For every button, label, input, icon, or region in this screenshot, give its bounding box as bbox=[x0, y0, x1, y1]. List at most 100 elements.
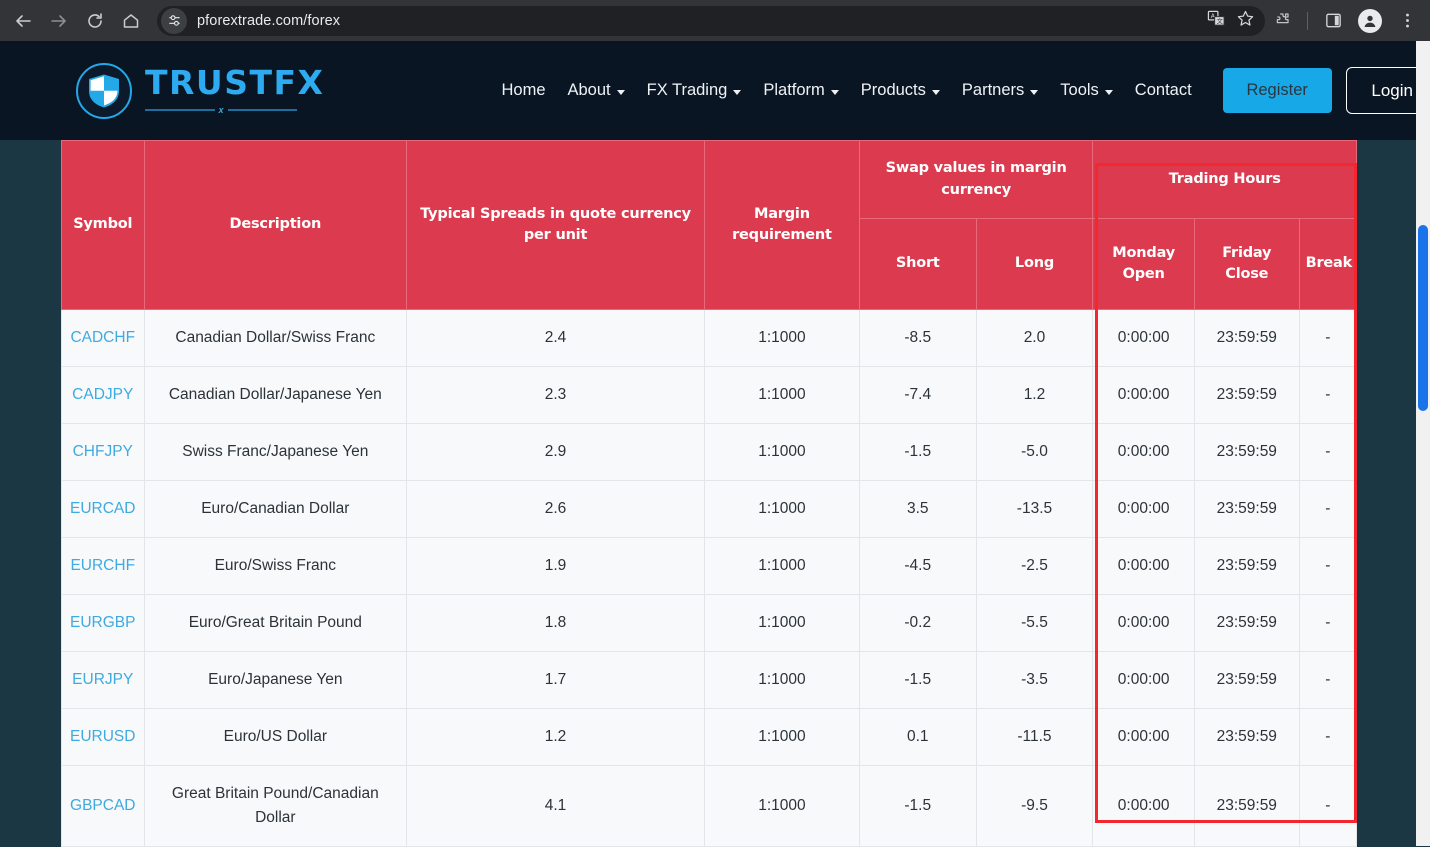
page-scrollbar[interactable] bbox=[1416, 41, 1430, 846]
brand-logo[interactable]: TRUSTFX x bbox=[76, 62, 325, 119]
table-cell-monday-open: 0:00:00 bbox=[1092, 423, 1195, 482]
nav-item-tools[interactable]: Tools bbox=[1049, 75, 1124, 106]
table-cell-swap-short: 0.1 bbox=[858, 708, 977, 767]
table-cell-symbol[interactable]: EURCHF bbox=[61, 537, 145, 596]
browser-action-icons bbox=[1265, 4, 1430, 38]
table-cell-friday-close: 23:59:59 bbox=[1193, 651, 1300, 710]
table-cell-swap-short: -4.5 bbox=[858, 537, 977, 596]
nav-item-products[interactable]: Products bbox=[850, 75, 951, 106]
table-cell-swap-long: -9.5 bbox=[975, 765, 1094, 847]
col-header-symbol[interactable]: Symbol bbox=[61, 140, 145, 310]
table-cell-monday-open: 0:00:00 bbox=[1092, 308, 1195, 368]
table-cell-swap-short: -7.4 bbox=[858, 366, 977, 425]
table-cell-friday-close: 23:59:59 bbox=[1193, 594, 1300, 653]
nav-label: Home bbox=[501, 81, 546, 99]
col-header-margin[interactable]: Margin requirement bbox=[703, 140, 860, 310]
table-cell-friday-close: 23:59:59 bbox=[1193, 708, 1300, 767]
table-cell-monday-open: 0:00:00 bbox=[1092, 765, 1195, 847]
table-cell-margin: 1:1000 bbox=[703, 651, 860, 710]
home-icon[interactable] bbox=[114, 4, 148, 38]
table-cell-description: Great Britain Pound/Canadian Dollar bbox=[143, 765, 408, 847]
col-header-swap-short[interactable]: Short bbox=[858, 218, 977, 310]
col-header-break[interactable]: Break bbox=[1298, 218, 1358, 310]
nav-item-partners[interactable]: Partners bbox=[951, 75, 1049, 106]
site-settings-sliders-icon[interactable] bbox=[161, 7, 187, 34]
table-cell-swap-short: 3.5 bbox=[858, 480, 977, 539]
table-cell-spread: 2.4 bbox=[406, 308, 705, 368]
table-cell-margin: 1:1000 bbox=[703, 708, 860, 767]
col-header-spreads[interactable]: Typical Spreads in quote currency per un… bbox=[406, 140, 705, 310]
toolbar-divider bbox=[1307, 11, 1308, 30]
table-cell-symbol[interactable]: CADJPY bbox=[61, 366, 145, 425]
table-cell-swap-short: -1.5 bbox=[858, 423, 977, 482]
table-cell-spread: 1.9 bbox=[406, 537, 705, 596]
nav-item-contact[interactable]: Contact bbox=[1124, 75, 1203, 106]
table-cell-spread: 1.7 bbox=[406, 651, 705, 710]
table-header-row-group: Symbol Description Typical Spreads in qu… bbox=[61, 140, 1357, 310]
table-cell-friday-close: 23:59:59 bbox=[1193, 537, 1300, 596]
nav-label: FX Trading bbox=[646, 81, 728, 99]
back-arrow-icon[interactable] bbox=[6, 4, 40, 38]
table-cell-margin: 1:1000 bbox=[703, 480, 860, 539]
shield-logo-icon bbox=[76, 62, 132, 119]
col-header-friday-close[interactable]: Friday Close bbox=[1193, 218, 1300, 310]
three-dot-menu-icon[interactable] bbox=[1390, 4, 1424, 38]
table-cell-swap-long: -2.5 bbox=[975, 537, 1094, 596]
forward-arrow-icon[interactable] bbox=[42, 4, 76, 38]
table-cell-symbol[interactable]: CHFJPY bbox=[61, 423, 145, 482]
table-row: CADJPY Canadian Dollar/Japanese Yen 2.3 1:1… bbox=[61, 366, 1358, 425]
table-cell-spread: 1.8 bbox=[406, 594, 705, 653]
table-cell-description: Euro/Swiss Franc bbox=[143, 537, 408, 596]
nav-item-fx-trading[interactable]: FX Trading bbox=[636, 75, 753, 106]
table-cell-description: Euro/Canadian Dollar bbox=[143, 480, 408, 539]
table-cell-break: - bbox=[1298, 537, 1358, 596]
table-cell-symbol[interactable]: CADCHF bbox=[61, 308, 145, 368]
col-header-description[interactable]: Description bbox=[143, 140, 408, 310]
chevron-down-icon bbox=[616, 90, 625, 95]
table-cell-break: - bbox=[1298, 765, 1358, 847]
table-cell-description: Canadian Dollar/Japanese Yen bbox=[143, 366, 408, 425]
table-cell-symbol[interactable]: EURUSD bbox=[61, 708, 145, 767]
table-cell-symbol[interactable]: EURJPY bbox=[61, 651, 145, 710]
table-cell-swap-long: -5.5 bbox=[975, 594, 1094, 653]
table-cell-swap-short: -0.2 bbox=[858, 594, 977, 653]
chevron-down-icon bbox=[1030, 90, 1039, 95]
chevron-down-icon bbox=[1104, 90, 1113, 95]
brand-wordmark: TRUSTFX bbox=[145, 63, 325, 102]
table-body: CADCHF Canadian Dollar/Swiss Franc 2.4 1:10… bbox=[61, 308, 1358, 847]
table-cell-spread: 2.3 bbox=[406, 366, 705, 425]
table-cell-margin: 1:1000 bbox=[703, 308, 860, 368]
table-cell-symbol[interactable]: GBPCAD bbox=[61, 765, 145, 847]
profile-avatar-icon[interactable] bbox=[1353, 4, 1387, 38]
reload-icon[interactable] bbox=[78, 4, 112, 38]
table-cell-friday-close: 23:59:59 bbox=[1193, 765, 1300, 847]
nav-item-home[interactable]: Home bbox=[490, 75, 556, 106]
table-cell-spread: 4.1 bbox=[406, 765, 705, 847]
address-bar[interactable]: pforextrade.com/forex A 文 bbox=[157, 5, 1265, 36]
table-row: CHFJPY Swiss Franc/Japanese Yen 2.9 1:1000-… bbox=[61, 423, 1358, 482]
register-button[interactable]: Register bbox=[1222, 68, 1332, 113]
nav-item-about[interactable]: About bbox=[557, 75, 636, 106]
table-cell-monday-open: 0:00:00 bbox=[1092, 537, 1195, 596]
table-cell-margin: 1:1000 bbox=[703, 594, 860, 653]
table-row: EURCHF Euro/Swiss Franc 1.9 1:1000 -4.5 -2.5 0… bbox=[61, 537, 1358, 596]
nav-item-platform[interactable]: Platform bbox=[752, 75, 849, 106]
table-cell-symbol[interactable]: EURGBP bbox=[61, 594, 145, 653]
table-cell-symbol[interactable]: EURCAD bbox=[61, 480, 145, 539]
star-bookmark-icon[interactable] bbox=[1236, 9, 1255, 33]
svg-text:文: 文 bbox=[1217, 17, 1223, 25]
url-text: pforextrade.com/forex bbox=[197, 12, 341, 29]
main-navigation: Home About FX Trading Platform Products … bbox=[490, 67, 1430, 114]
table-cell-swap-long: -11.5 bbox=[975, 708, 1094, 767]
table-row: CADCHF Canadian Dollar/Swiss Franc 2.4 1:10… bbox=[61, 308, 1358, 368]
col-header-monday-open[interactable]: Monday Open bbox=[1092, 218, 1195, 310]
page-scrollbar-thumb[interactable] bbox=[1418, 225, 1428, 411]
col-header-swap-long[interactable]: Long bbox=[975, 218, 1094, 310]
extensions-puzzle-icon[interactable] bbox=[1265, 4, 1299, 38]
col-header-hours-group: Trading Hours bbox=[1092, 140, 1357, 219]
translate-icon[interactable]: A 文 bbox=[1207, 9, 1226, 33]
side-panel-icon[interactable] bbox=[1316, 4, 1350, 38]
table-cell-description: Canadian Dollar/Swiss Franc bbox=[143, 308, 408, 368]
chevron-down-icon bbox=[733, 90, 742, 95]
brand-underline: x bbox=[145, 105, 298, 115]
